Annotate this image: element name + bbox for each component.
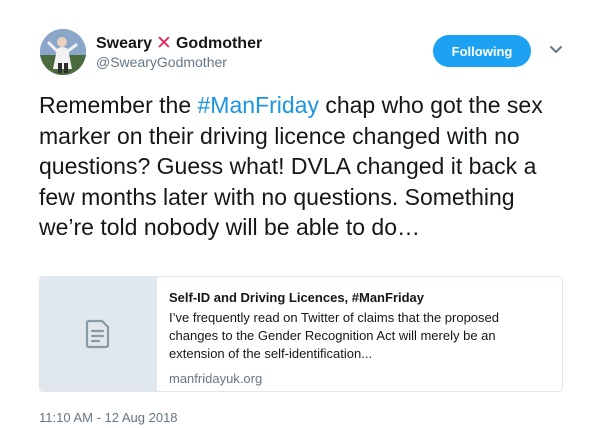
display-name[interactable]: Sweary ✕ Godmother <box>96 32 262 55</box>
document-icon <box>85 319 110 349</box>
avatar[interactable] <box>40 29 86 75</box>
card-description: I’ve frequently read on Twitter of claim… <box>169 310 499 361</box>
link-card[interactable]: Self-ID and Driving Licences, #ManFriday… <box>39 276 563 392</box>
hashtag-link[interactable]: #ManFriday <box>198 92 319 118</box>
card-body: Self-ID and Driving Licences, #ManFriday… <box>157 277 557 391</box>
chevron-down-icon[interactable] <box>548 42 564 58</box>
user-handle[interactable]: @SwearyGodmother <box>96 54 227 70</box>
red-x-mark: ✕ <box>156 33 172 54</box>
profile-photo-image <box>40 29 86 75</box>
tweet-timestamp[interactable]: 11:10 AM - 12 Aug 2018 <box>39 410 178 425</box>
card-thumbnail <box>40 277 157 391</box>
tweet-text-start: Remember the <box>39 92 198 118</box>
display-name-last: Godmother <box>175 35 263 52</box>
card-title: Self-ID and Driving Licences, #ManFriday <box>169 290 425 305</box>
display-name-first: Sweary <box>96 35 153 52</box>
card-domain: manfridayuk.org <box>169 371 263 386</box>
tweet-text: Remember the #ManFriday chap who got the… <box>39 90 569 243</box>
following-button[interactable]: Following <box>433 35 531 67</box>
tweet-container: Sweary ✕ Godmother @SwearyGodmother Follow… <box>0 0 600 428</box>
